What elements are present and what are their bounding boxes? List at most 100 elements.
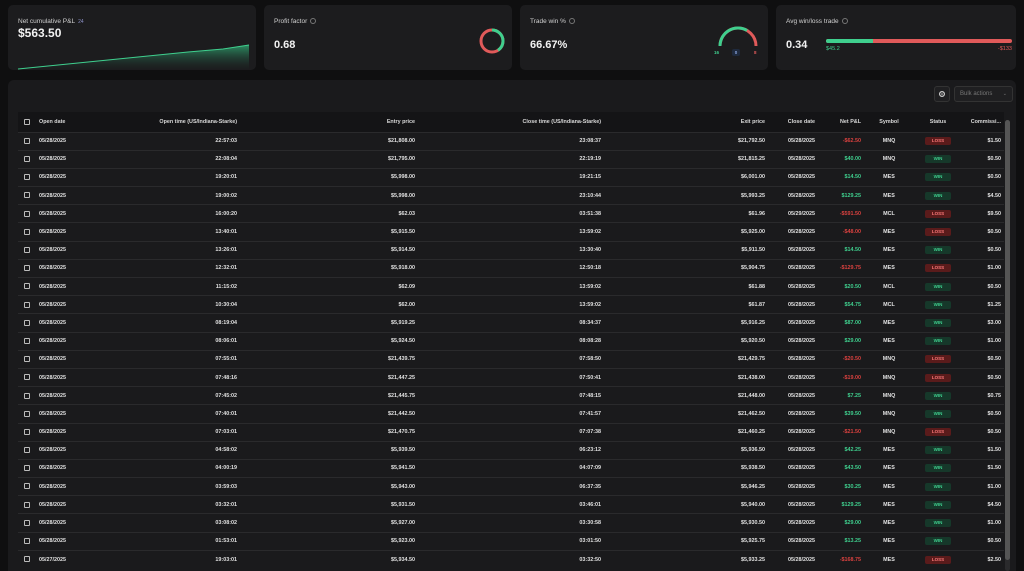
table-row[interactable]: 05/28/2025 04:00:19 $5,941.50 04:07:09 $5,93… [18, 459, 1004, 477]
info-icon[interactable] [841, 18, 848, 24]
open-time-cell: 16:00:20 [215, 210, 237, 217]
close-date-cell: 05/28/2025 [788, 501, 815, 508]
row-checkbox[interactable] [18, 296, 36, 314]
table-row[interactable]: 05/28/2025 19:00:02 $5,998.00 23:10:44 $5,99… [18, 186, 1004, 205]
close-date-cell: 05/29/2025 [788, 210, 815, 217]
symbol-cell: MNQ [882, 138, 896, 145]
entry-price-cell: $62.03 [398, 210, 416, 217]
row-checkbox[interactable] [18, 478, 36, 496]
table-row[interactable]: 05/28/2025 08:06:01 $5,924.50 08:08:28 $5,92… [18, 332, 1004, 350]
symbol-cell: MCL [883, 301, 895, 308]
row-checkbox[interactable] [18, 423, 36, 441]
row-checkbox[interactable] [18, 368, 36, 386]
table-row[interactable]: 05/28/2025 03:08:02 $5,927.00 03:30:58 $5,93… [18, 513, 1004, 532]
row-checkbox[interactable] [18, 550, 36, 568]
close-time-cell: 03:01:50 [579, 538, 601, 545]
net-pl-cell: -$19.00 [842, 374, 861, 381]
exit-price-cell: $5,936.50 [741, 447, 765, 454]
row-checkbox[interactable] [18, 278, 36, 296]
row-checkbox[interactable] [18, 150, 36, 168]
row-checkbox[interactable] [18, 441, 36, 459]
info-icon[interactable] [310, 18, 317, 24]
table-row[interactable]: 05/28/2025 03:59:03 $5,943.00 06:37:35 $5,94… [18, 477, 1004, 496]
row-checkbox[interactable] [18, 223, 36, 241]
bulk-actions-dropdown[interactable]: Bulk actions ⌄ [954, 86, 1013, 102]
select-all-checkbox[interactable] [18, 112, 36, 132]
close-time-cell: 22:19:19 [579, 156, 601, 163]
symbol-cell: MNQ [882, 429, 896, 436]
open-time-cell: 07:55:01 [215, 356, 237, 363]
settings-button[interactable] [934, 86, 950, 102]
table-row[interactable]: 05/28/2025 11:15:02 $62.09 13:59:02 $61.88 05… [18, 277, 1004, 296]
row-checkbox[interactable] [18, 496, 36, 514]
table-row[interactable]: 05/27/2025 19:03:01 $5,934.50 03:32:50 $5,93… [18, 550, 1004, 568]
col-commissions[interactable]: Commissi... [962, 112, 1004, 132]
row-checkbox[interactable] [18, 187, 36, 205]
table-row[interactable]: 05/28/2025 04:58:02 $5,939.50 06:23:12 $5,93… [18, 441, 1004, 459]
row-checkbox[interactable] [18, 259, 36, 277]
col-net-pl[interactable]: Net P&L [818, 112, 864, 132]
info-icon[interactable] [568, 18, 575, 24]
table-row[interactable]: 05/28/2025 01:53:01 $5,923.00 03:01:50 $5,92… [18, 532, 1004, 550]
row-checkbox[interactable] [18, 459, 36, 477]
trade-win-title: Trade win % [530, 18, 575, 25]
table-row[interactable]: 05/28/2025 13:40:01 $5,915.50 13:59:02 $5,92… [18, 222, 1004, 241]
exit-price-cell: $5,925.75 [741, 538, 765, 545]
table-row[interactable]: 05/28/2025 12:32:01 $5,918.00 12:50:18 $5,90… [18, 259, 1004, 277]
avg-win-loss-value: 0.34 [786, 39, 808, 51]
col-exit-price[interactable]: Exit price [604, 112, 768, 132]
row-checkbox[interactable] [18, 132, 36, 150]
status-cell: WIN [914, 514, 962, 532]
row-checkbox[interactable] [18, 241, 36, 259]
open-date-cell: 05/28/2025 [39, 174, 66, 181]
row-checkbox[interactable] [18, 314, 36, 332]
open-date-cell: 05/28/2025 [39, 265, 66, 272]
table-row[interactable]: 05/28/2025 07:45:02 $21,445.75 07:48:15 $21,… [18, 386, 1004, 405]
row-checkbox[interactable] [18, 332, 36, 350]
entry-price-cell: $21,439.75 [388, 356, 415, 363]
symbol-cell: MCL [883, 210, 895, 217]
open-date-cell: 05/28/2025 [39, 283, 66, 290]
close-date-cell: 05/28/2025 [788, 429, 815, 436]
close-date-cell: 05/28/2025 [788, 356, 815, 363]
close-time-cell: 03:30:58 [579, 520, 601, 527]
table-row[interactable]: 05/28/2025 22:08:04 $21,795.00 22:19:19 $21,… [18, 150, 1004, 168]
exit-price-cell: $5,916.25 [741, 319, 765, 326]
table-row[interactable]: 05/28/2025 22:57:03 $21,808.00 23:08:37 $21,… [18, 132, 1004, 150]
col-open-date[interactable]: Open date [36, 112, 122, 132]
table-row[interactable]: 05/28/2025 19:20:01 $5,998.00 19:21:15 $6,00… [18, 168, 1004, 186]
row-checkbox[interactable] [18, 387, 36, 405]
commission-cell: $1.50 [987, 138, 1002, 145]
row-checkbox[interactable] [18, 205, 36, 223]
commission-cell: $0.50 [987, 356, 1002, 363]
col-symbol[interactable]: Symbol [864, 112, 914, 132]
table-row[interactable]: 05/28/2025 03:32:01 $5,931.50 03:46:01 $5,94… [18, 495, 1004, 514]
table-row[interactable]: 05/28/2025 07:55:01 $21,439.75 07:58:50 $21,… [18, 350, 1004, 368]
table-row[interactable]: 05/28/2025 13:26:01 $5,914.50 13:30:40 $5,91… [18, 241, 1004, 259]
col-close-time[interactable]: Close time (US/Indiana-Starke) [418, 112, 604, 132]
table-row[interactable]: 05/28/2025 16:00:20 $62.03 03:51:38 $61.96 05… [18, 204, 1004, 223]
table-row[interactable]: 05/28/2025 07:48:16 $21,447.25 07:50:41 $21,… [18, 368, 1004, 386]
col-entry-price[interactable]: Entry price [240, 112, 418, 132]
close-time-cell: 23:08:37 [579, 138, 601, 145]
table-row[interactable]: 05/28/2025 07:40:01 $21,442.50 07:41:57 $21,… [18, 404, 1004, 423]
row-checkbox[interactable] [18, 405, 36, 423]
exit-price-cell: $5,940.00 [741, 501, 765, 508]
scrollbar-thumb[interactable] [1005, 120, 1010, 560]
col-status[interactable]: Status [914, 112, 962, 132]
table-row[interactable]: 05/28/2025 08:19:04 $5,919.25 08:34:37 $5,91… [18, 313, 1004, 332]
chevron-down-icon: ⌄ [1002, 91, 1007, 97]
profit-factor-title: Profit factor [274, 18, 317, 25]
row-checkbox[interactable] [18, 350, 36, 368]
commission-cell: $0.50 [987, 410, 1002, 417]
table-scrollbar[interactable] [1005, 120, 1010, 571]
table-row[interactable]: 05/28/2025 10:30:04 $62.00 13:59:02 $61.87 05… [18, 295, 1004, 314]
row-checkbox[interactable] [18, 514, 36, 532]
row-checkbox[interactable] [18, 532, 36, 550]
col-close-date[interactable]: Close date [768, 112, 818, 132]
close-date-cell: 05/28/2025 [788, 392, 815, 399]
col-open-time[interactable]: Open time (US/Indiana-Starke) [122, 112, 240, 132]
trades-table: Open date Open time (US/Indiana-Starke) … [18, 112, 1004, 569]
table-row[interactable]: 05/28/2025 07:03:01 $21,470.75 07:07:38 $21,… [18, 423, 1004, 441]
row-checkbox[interactable] [18, 168, 36, 186]
